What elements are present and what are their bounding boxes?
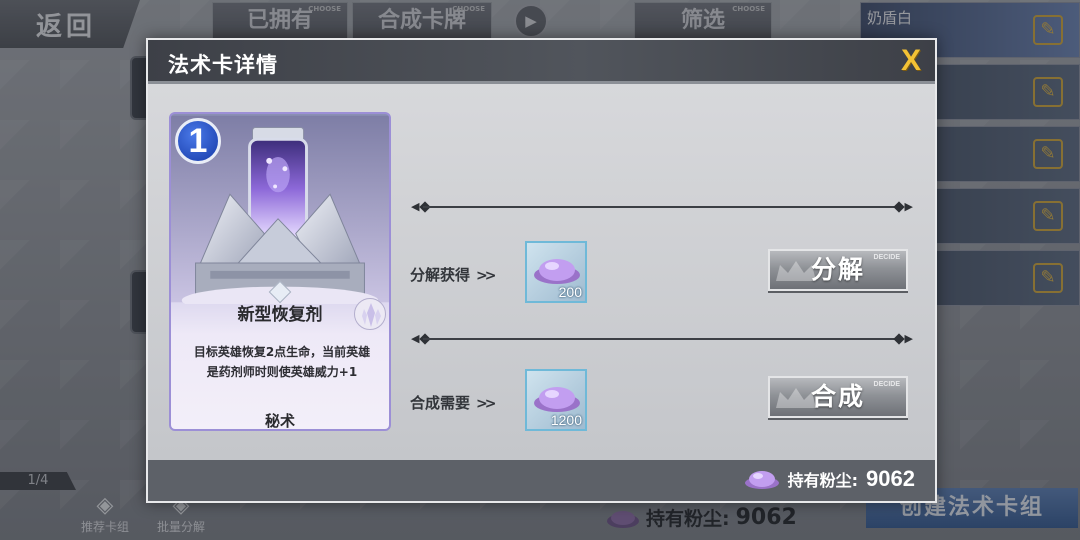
dust-reward-item: 200	[525, 241, 587, 303]
dust-icon	[534, 259, 580, 284]
dust-cost-item: 1200	[525, 369, 587, 431]
compose-button[interactable]: 合成 DECIDE	[768, 376, 908, 418]
dust-icon	[534, 387, 580, 412]
card-cost-badge: 1	[175, 118, 221, 164]
close-icon[interactable]: X	[895, 45, 927, 77]
dust-balance-label: 持有粉尘:	[787, 471, 859, 490]
dialog-header: 法术卡详情 X	[148, 40, 935, 84]
dialog-footer: 持有粉尘: 9062	[148, 460, 935, 501]
double-chevron-icon: >>	[476, 268, 497, 284]
compose-row-label: 合成需要 >>	[410, 392, 497, 413]
compose-label: 合成需要	[410, 394, 471, 412]
dust-balance: 持有粉尘: 9062	[744, 466, 915, 492]
compose-button-label: 合成	[810, 382, 865, 411]
compose-button-tag: DECIDE	[873, 381, 900, 388]
crown-watermark-icon	[776, 261, 816, 281]
dust-icon	[744, 471, 779, 489]
card-name: 新型恢复剂	[237, 305, 323, 325]
spell-card: 1 新型恢复剂 目标英雄恢复2点生命，当前英雄是药剂师时则使英雄威力+1 秘术	[169, 112, 391, 431]
compose-amount: 1200	[550, 412, 582, 428]
dialog-title: 法术卡详情	[168, 53, 278, 77]
dust-balance-value: 9062	[866, 466, 915, 491]
decompose-button-tag: DECIDE	[873, 254, 900, 261]
card-description: 目标英雄恢复2点生命，当前英雄是药剂师时则使英雄威力+1	[193, 345, 371, 379]
section-divider: ◀ ▶	[411, 332, 913, 345]
decompose-label: 分解获得	[410, 266, 471, 284]
card-type: 秘术	[264, 412, 295, 430]
crown-watermark-icon	[776, 388, 816, 408]
decompose-button[interactable]: 分解 DECIDE	[768, 249, 908, 291]
section-divider: ◀ ▶	[411, 200, 913, 213]
spell-card-detail-dialog: 法术卡详情 X 1 新型恢复剂 目标英雄恢复2点生命，当前英雄是药剂师时则使英雄…	[146, 38, 937, 503]
decompose-row-label: 分解获得 >>	[410, 264, 497, 285]
decompose-button-label: 分解	[810, 255, 865, 284]
decompose-amount: 200	[558, 284, 582, 300]
double-chevron-icon: >>	[476, 396, 497, 412]
